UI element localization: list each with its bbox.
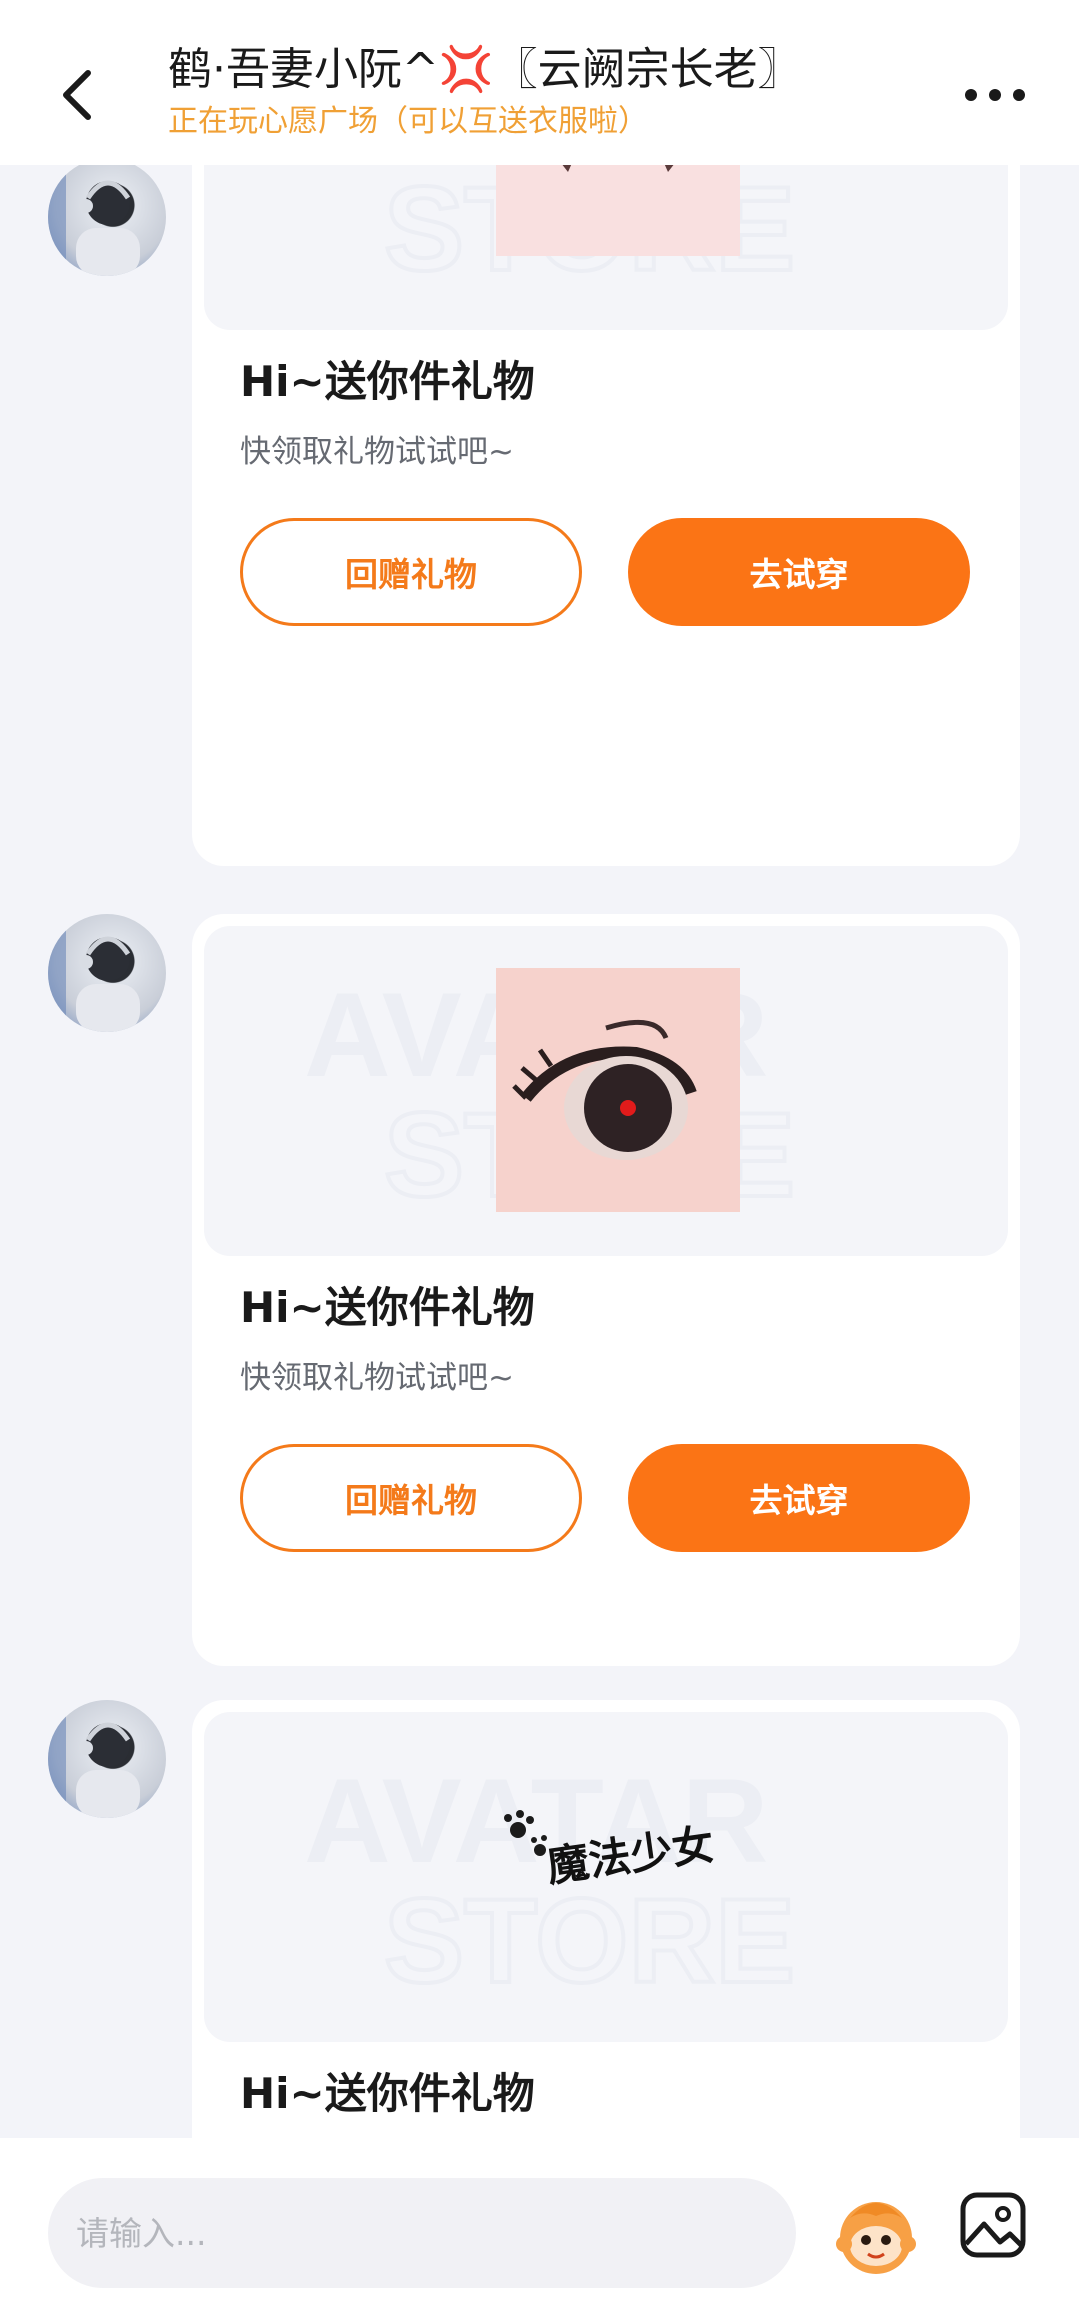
- back-button[interactable]: [50, 55, 110, 135]
- mascot-emoji-button[interactable]: [830, 2188, 922, 2280]
- send-image-button[interactable]: [958, 2190, 1028, 2260]
- message-input[interactable]: [48, 2178, 796, 2288]
- return-gift-button[interactable]: 回赠礼物: [240, 518, 582, 626]
- image-icon: [960, 2192, 1026, 2258]
- more-options-button[interactable]: [955, 70, 1035, 120]
- return-gift-button[interactable]: 回赠礼物: [240, 1444, 582, 1552]
- gift-preview[interactable]: AVATAR STORE 魔法少女: [204, 1712, 1008, 2042]
- chat-title: 鹤·吾妻小阮^💢〖云阙宗长老〗: [168, 44, 802, 95]
- red-eye-icon: [496, 968, 740, 1212]
- card-description: 快领取礼物试试吧~: [240, 434, 514, 470]
- gift-card: AVATAR STORE Hi~送你件礼物: [192, 914, 1020, 1666]
- more-dots-icon: [965, 89, 1025, 101]
- chat-status: 正在玩心愿广场（可以互送衣服啦）: [168, 104, 648, 139]
- magic-girl-sticker-icon: 魔法少女: [494, 1792, 744, 1912]
- card-title: Hi~送你件礼物: [240, 2069, 535, 2118]
- chat-title-block[interactable]: 鹤·吾妻小阮^💢〖云阙宗长老〗 正在玩心愿广场（可以互送衣服啦）: [168, 40, 968, 144]
- sender-avatar[interactable]: [48, 914, 166, 1032]
- card-title: Hi~送你件礼物: [240, 1283, 535, 1332]
- message-composer: [0, 2138, 1079, 2322]
- try-on-button[interactable]: 去试穿: [628, 518, 970, 626]
- chat-header: 鹤·吾妻小阮^💢〖云阙宗长老〗 正在玩心愿广场（可以互送衣服啦）: [0, 0, 1079, 165]
- gift-preview[interactable]: AVATAR STORE: [204, 926, 1008, 1256]
- sender-avatar[interactable]: [48, 1700, 166, 1818]
- chevron-left-icon: [63, 70, 91, 120]
- sender-avatar[interactable]: [48, 158, 166, 276]
- card-title: Hi~送你件礼物: [240, 357, 535, 406]
- chat-page: AVATAR STORE Hi~送你件礼物 快领取礼物试试吧~ 回赠礼物: [0, 0, 1079, 2322]
- try-on-button[interactable]: 去试穿: [628, 1444, 970, 1552]
- mascot-icon: [836, 2202, 916, 2274]
- card-description: 快领取礼物试试吧~: [240, 1360, 514, 1396]
